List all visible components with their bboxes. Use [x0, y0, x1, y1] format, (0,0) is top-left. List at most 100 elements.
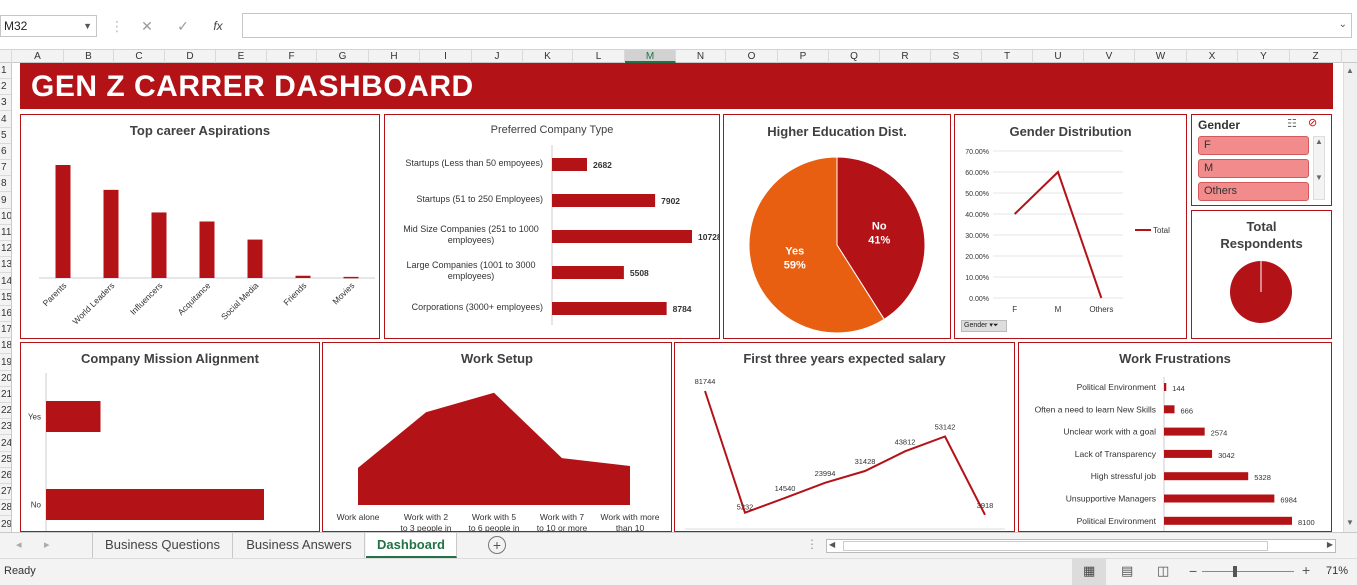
- row-header-2[interactable]: 2: [0, 79, 11, 96]
- hscroll-left-icon[interactable]: ◀: [829, 540, 835, 549]
- row-header-19[interactable]: 19: [0, 355, 11, 371]
- column-header-c[interactable]: C: [114, 50, 165, 63]
- row-header-7[interactable]: 7: [0, 160, 11, 177]
- insert-function-icon[interactable]: fx: [204, 15, 232, 37]
- gender-slicer[interactable]: Gender ☷ ⊘ F M Others ▲ ▼: [1191, 114, 1332, 206]
- company-type-panel[interactable]: Preferred Company Type 2682 Startups (Les…: [384, 114, 720, 339]
- column-header-q[interactable]: Q: [829, 50, 880, 63]
- column-header-i[interactable]: I: [420, 50, 472, 63]
- row-header-9[interactable]: 9: [0, 193, 11, 209]
- tab-scroll-left-icon[interactable]: ◂: [16, 538, 22, 551]
- column-header-u[interactable]: U: [1033, 50, 1084, 63]
- page-layout-icon[interactable]: ▤: [1121, 563, 1133, 579]
- column-header-m[interactable]: M: [625, 50, 676, 63]
- column-header-x[interactable]: X: [1187, 50, 1238, 63]
- row-header-11[interactable]: 11: [0, 225, 11, 241]
- row-header-15[interactable]: 15: [0, 290, 11, 306]
- column-header-a[interactable]: A: [12, 50, 64, 63]
- column-header-j[interactable]: J: [472, 50, 523, 63]
- row-header-21[interactable]: 21: [0, 387, 11, 403]
- hscroll-right-icon[interactable]: ▶: [1327, 540, 1333, 549]
- zoom-out-icon[interactable]: −: [1189, 563, 1197, 579]
- frustrations-panel[interactable]: Work Frustrations 144 Political Environme…: [1018, 342, 1332, 532]
- slicer-scrollbar[interactable]: ▲ ▼: [1313, 136, 1325, 200]
- page-break-preview-icon[interactable]: ◫: [1157, 563, 1169, 579]
- row-header-8[interactable]: 8: [0, 176, 11, 193]
- salary-panel[interactable]: First three years expected salary 81744 5…: [674, 342, 1015, 532]
- gender-filter-button[interactable]: Gender ▾⏷: [961, 320, 1007, 332]
- select-all-corner[interactable]: [0, 50, 12, 63]
- column-header-r[interactable]: R: [880, 50, 931, 63]
- column-header-f[interactable]: F: [267, 50, 317, 63]
- row-header-16[interactable]: 16: [0, 306, 11, 322]
- row-header-20[interactable]: 20: [0, 371, 11, 387]
- row-header-27[interactable]: 27: [0, 484, 11, 501]
- column-header-v[interactable]: V: [1084, 50, 1135, 63]
- tab-scroll-right-icon[interactable]: ▸: [44, 538, 50, 551]
- row-header-5[interactable]: 5: [0, 128, 11, 144]
- slicer-item-others[interactable]: Others: [1198, 182, 1309, 201]
- row-header-10[interactable]: 10: [0, 209, 11, 225]
- enter-icon[interactable]: ✓: [169, 15, 197, 37]
- row-header-17[interactable]: 17: [0, 322, 11, 339]
- hscroll-thumb[interactable]: [843, 541, 1268, 551]
- row-header-1[interactable]: 1: [0, 63, 11, 79]
- column-header-n[interactable]: N: [676, 50, 726, 63]
- mission-panel[interactable]: Company Mission Alignment Yes No: [20, 342, 320, 532]
- column-header-h[interactable]: H: [369, 50, 420, 63]
- row-header-25[interactable]: 25: [0, 452, 11, 468]
- slicer-item-m[interactable]: M: [1198, 159, 1309, 178]
- normal-view-button[interactable]: ▦: [1072, 559, 1106, 585]
- scroll-up-icon[interactable]: ▲: [1346, 66, 1354, 75]
- row-header-13[interactable]: 13: [0, 257, 11, 274]
- tab-business-answers[interactable]: Business Answers: [234, 533, 365, 558]
- column-header-l[interactable]: L: [573, 50, 625, 63]
- column-header-t[interactable]: T: [982, 50, 1033, 63]
- row-header-24[interactable]: 24: [0, 436, 11, 452]
- row-header-12[interactable]: 12: [0, 241, 11, 258]
- work-setup-panel[interactable]: Work Setup Work alone Work with 2 to 3 peo…: [322, 342, 672, 532]
- slicer-item-f[interactable]: F: [1198, 136, 1309, 155]
- career-panel[interactable]: Top career Aspirations Parents World Lead…: [20, 114, 380, 339]
- column-header-y[interactable]: Y: [1238, 50, 1290, 63]
- zoom-slider-thumb[interactable]: [1233, 566, 1237, 577]
- column-header-d[interactable]: D: [165, 50, 216, 63]
- row-header-26[interactable]: 26: [0, 468, 11, 484]
- row-header-6[interactable]: 6: [0, 144, 11, 160]
- formula-input[interactable]: ⌄: [242, 13, 1352, 38]
- column-header-o[interactable]: O: [726, 50, 778, 63]
- name-box[interactable]: M32 ▼: [0, 15, 97, 37]
- row-header-18[interactable]: 18: [0, 338, 11, 355]
- zoom-slider[interactable]: [1202, 571, 1294, 572]
- zoom-level[interactable]: 71%: [1326, 565, 1348, 577]
- column-header-s[interactable]: S: [931, 50, 982, 63]
- horizontal-scrollbar[interactable]: ◀ ▶: [826, 539, 1336, 553]
- column-header-w[interactable]: W: [1135, 50, 1187, 63]
- row-header-3[interactable]: 3: [0, 95, 11, 112]
- column-header-p[interactable]: P: [778, 50, 829, 63]
- vertical-scrollbar[interactable]: ▲ ▼: [1343, 63, 1357, 532]
- add-sheet-icon[interactable]: +: [488, 536, 506, 554]
- gender-panel[interactable]: Gender Distribution 0.00% 10.00% 20.00% 30.…: [954, 114, 1187, 339]
- column-header-k[interactable]: K: [523, 50, 573, 63]
- clear-filter-icon[interactable]: ⊘: [1308, 116, 1317, 129]
- column-header-e[interactable]: E: [216, 50, 267, 63]
- scroll-down-icon[interactable]: ▼: [1346, 518, 1354, 527]
- row-header-28[interactable]: 28: [0, 500, 11, 517]
- chevron-down-icon[interactable]: ▼: [83, 16, 92, 36]
- cancel-icon[interactable]: ✕: [133, 15, 161, 37]
- total-respondents-panel[interactable]: Total Respondents: [1191, 210, 1332, 339]
- tab-business-questions[interactable]: Business Questions: [92, 533, 233, 558]
- column-header-g[interactable]: G: [317, 50, 369, 63]
- higher-ed-panel[interactable]: Higher Education Dist. No 41% Yes 59%: [723, 114, 951, 339]
- row-header-22[interactable]: 22: [0, 403, 11, 420]
- expand-formula-icon[interactable]: ⌄: [1339, 19, 1347, 30]
- row-header-4[interactable]: 4: [0, 112, 11, 128]
- column-header-b[interactable]: B: [64, 50, 114, 63]
- tab-dashboard[interactable]: Dashboard: [366, 533, 457, 558]
- zoom-in-icon[interactable]: +: [1302, 562, 1310, 578]
- multi-select-icon[interactable]: ☷: [1287, 117, 1297, 130]
- row-header-29[interactable]: 29: [0, 517, 11, 532]
- row-header-14[interactable]: 14: [0, 274, 11, 290]
- column-header-z[interactable]: Z: [1290, 50, 1342, 63]
